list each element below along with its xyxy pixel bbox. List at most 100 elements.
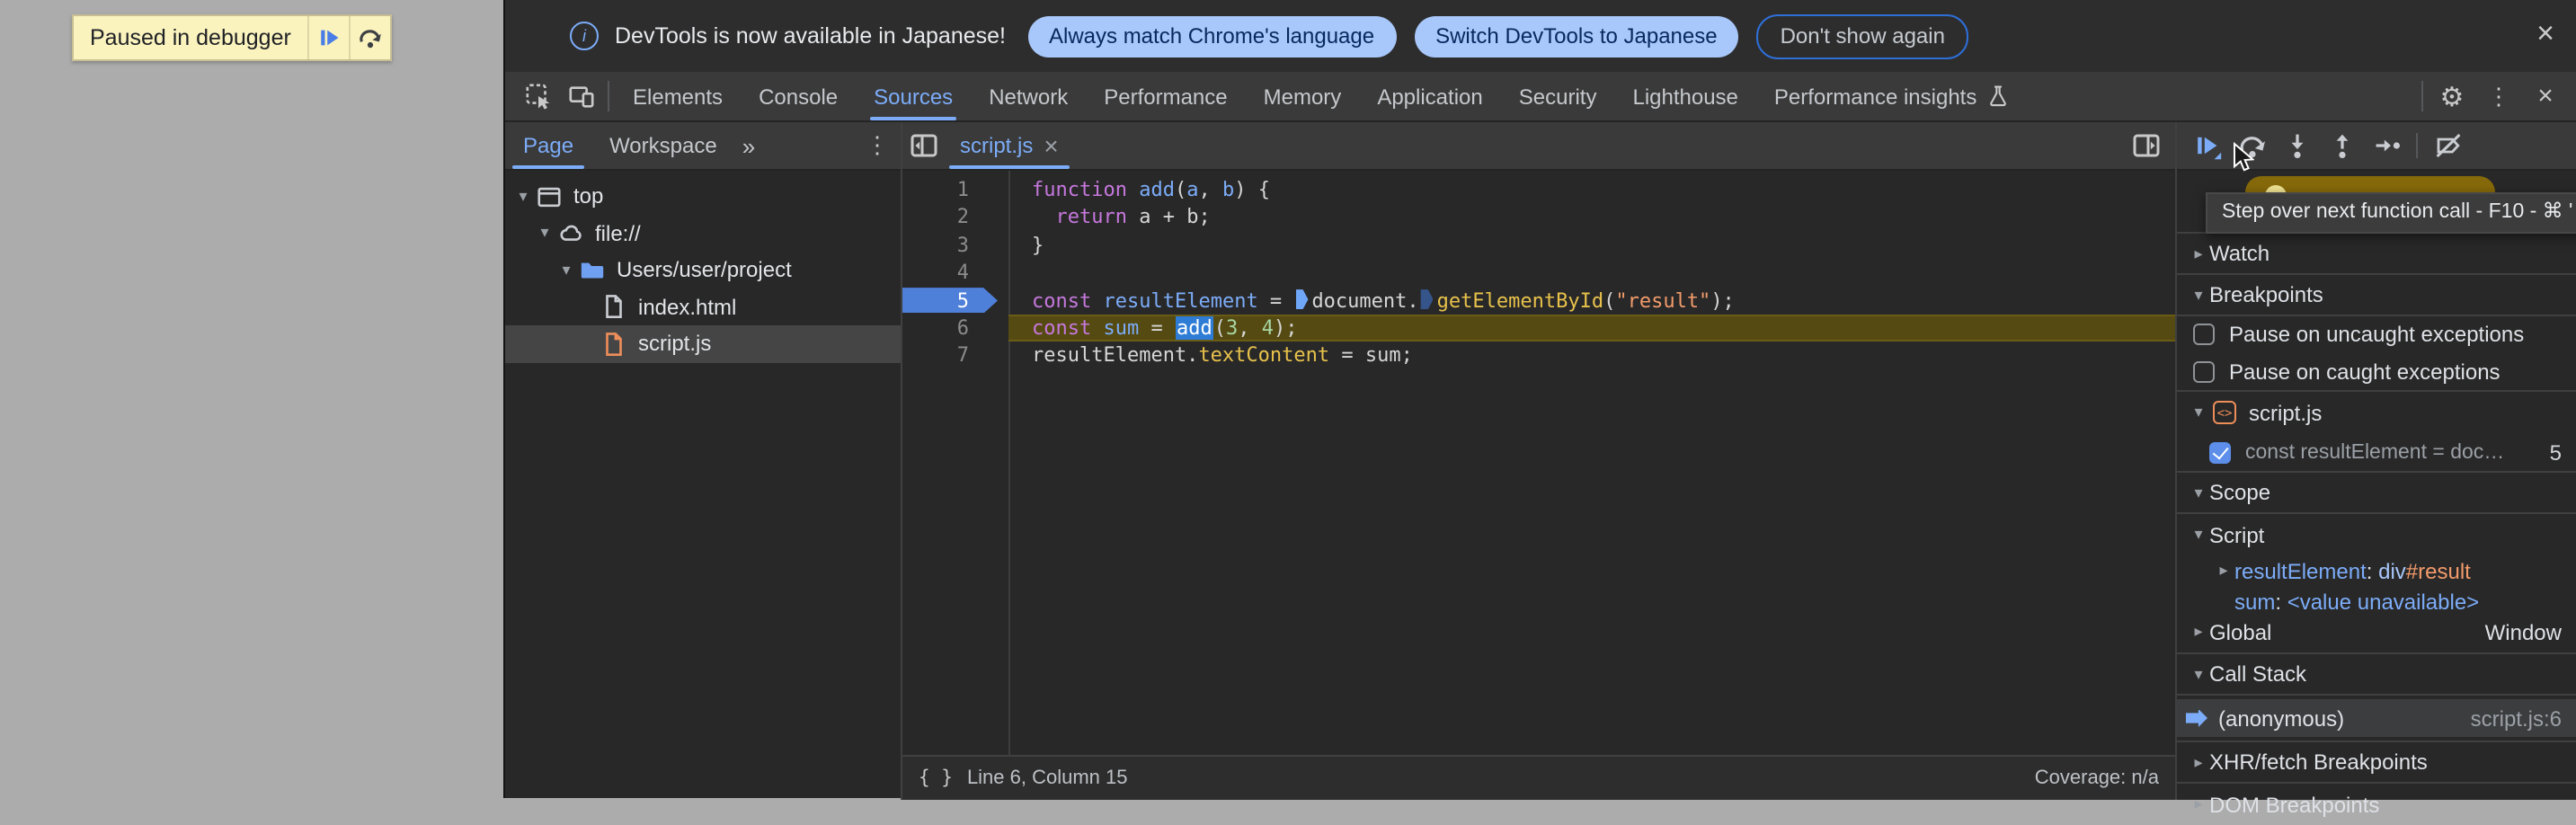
line-number[interactable]: 4	[957, 259, 1008, 287]
code-line-text[interactable]: }	[1008, 232, 2175, 260]
code-token: return	[1055, 205, 1128, 229]
tab-overflow-chevron[interactable]: »	[735, 122, 762, 169]
scope-script-group[interactable]: ▾ Script	[2177, 514, 2576, 555]
line-number[interactable]: 2	[957, 204, 1008, 232]
tab-performance[interactable]: Performance	[1086, 72, 1245, 120]
tab-memory[interactable]: Memory	[1246, 72, 1360, 120]
code-line-7: 7 resultElement.textContent = sum;	[902, 342, 2175, 370]
editor-statusbar: { } Line 6, Column 15 Coverage: n/a	[902, 755, 2175, 799]
code-token: ) {	[1234, 178, 1270, 201]
breakpoint-file-group[interactable]: ▾ <> script.js	[2177, 392, 2576, 433]
inspect-icon[interactable]	[516, 72, 559, 120]
hide-navigator-icon[interactable]	[902, 122, 946, 169]
paused-in-debugger-overlay: Paused in debugger	[72, 14, 392, 61]
line-gutter[interactable]: 7	[902, 342, 1008, 370]
xhr-breakpoints-section-header[interactable]: ▸ XHR/fetch Breakpoints	[2177, 741, 2576, 782]
notification-close-icon[interactable]: ×	[2536, 14, 2554, 54]
device-toolbar-icon[interactable]	[559, 72, 602, 120]
expand-arrow-icon[interactable]: ▾	[555, 261, 577, 280]
tab-console[interactable]: Console	[741, 72, 856, 120]
line-number[interactable]: 3	[957, 232, 1008, 260]
line-number[interactable]: 1	[957, 176, 1008, 204]
tab-performance-insights[interactable]: Performance insights	[1756, 72, 2027, 120]
tab-network[interactable]: Network	[971, 72, 1086, 120]
expand-arrow-icon: ▸	[2219, 561, 2228, 579]
expand-arrow-icon[interactable]: ▾	[512, 187, 534, 207]
devtools-close-icon[interactable]: ×	[2522, 72, 2569, 120]
step-out-icon[interactable]	[2319, 126, 2364, 165]
show-debugger-sidebar-icon[interactable]	[2125, 122, 2168, 169]
resume-icon[interactable]	[2184, 126, 2229, 165]
watch-section-header[interactable]: ▸ Watch	[2177, 232, 2576, 273]
settings-gear-icon[interactable]: ⚙	[2429, 72, 2475, 120]
variable-value-tag: div	[2378, 558, 2406, 583]
code-token: );	[1274, 315, 1298, 340]
code-line-text[interactable]: resultElement.textContent = sum;	[1008, 342, 2175, 370]
tree-item-top[interactable]: ▾ top	[505, 178, 901, 215]
pretty-print-icon[interactable]: { }	[919, 767, 953, 789]
tab-sources[interactable]: Sources	[856, 72, 971, 120]
pause-caught-checkbox[interactable]	[2193, 360, 2215, 382]
editor-tab-scriptjs[interactable]: script.js ×	[946, 122, 1073, 169]
scope-global-group[interactable]: ▸ Global Window	[2177, 617, 2576, 647]
pause-caught-exceptions-row[interactable]: Pause on caught exceptions	[2177, 352, 2576, 392]
step-over-icon	[360, 30, 381, 49]
inline-breakpoint-marker-active-icon[interactable]	[1295, 289, 1309, 310]
file-js-icon	[600, 331, 627, 358]
line-number[interactable]: 6	[957, 315, 1008, 342]
navigator-tab-workspace[interactable]: Workspace	[591, 122, 735, 169]
navigator-kebab-icon[interactable]: ⋮	[854, 122, 901, 169]
tab-elements[interactable]: Elements	[615, 72, 741, 120]
navigator-tab-page[interactable]: Page	[505, 122, 591, 169]
tree-item-index-html[interactable]: index.html	[505, 288, 901, 325]
scope-section-header[interactable]: ▾ Scope	[2177, 471, 2576, 514]
switch-devtools-to-japanese-button[interactable]: Switch DevTools to Japanese	[1414, 15, 1739, 57]
tab-lighthouse[interactable]: Lighthouse	[1614, 72, 1755, 120]
overlay-resume-button[interactable]	[306, 16, 349, 59]
call-stack-section-header[interactable]: ▾ Call Stack	[2177, 652, 2576, 696]
code-line-text[interactable]: const sum = add (3, 4);	[1008, 314, 2175, 342]
step-icon[interactable]	[2364, 126, 2409, 165]
tab-security[interactable]: Security	[1501, 72, 1615, 120]
tree-item-users-user-project[interactable]: ▾ Users/user/project	[505, 252, 901, 288]
code-token: = sum;	[1329, 343, 1413, 368]
step-into-icon[interactable]	[2274, 126, 2319, 165]
pause-uncaught-checkbox[interactable]	[2193, 324, 2215, 345]
code-line-text[interactable]: const resultElement = document. getElemen…	[1008, 287, 2175, 315]
line-gutter[interactable]: 6	[902, 315, 1008, 342]
breakpoint-entry[interactable]: const resultElement = doc… 5	[2177, 433, 2576, 471]
scope-variable-resultElement[interactable]: ▸ resultElement: div #result	[2177, 555, 2576, 586]
line-gutter[interactable]: 5	[902, 287, 1008, 315]
code-line-text[interactable]	[1008, 259, 2175, 287]
tree-item-script-js[interactable]: script.js	[505, 325, 901, 362]
line-gutter[interactable]: 2	[902, 204, 1008, 232]
line-gutter[interactable]: 1	[902, 176, 1008, 204]
line-number[interactable]: 7	[957, 342, 1008, 370]
editor-tab-label: script.js	[960, 133, 1034, 158]
line-number[interactable]: 5	[957, 287, 1008, 315]
frame-location: script.js:6	[2470, 705, 2562, 731]
code-editor[interactable]: 1 function add(a, b) {2 return a + b; 3} 4 5…	[902, 171, 2175, 755]
deactivate-breakpoints-icon[interactable]	[2425, 126, 2470, 165]
always-match-chrome-s-language-button[interactable]: Always match Chrome's language	[1027, 15, 1397, 57]
code-line-text[interactable]: function add(a, b) {	[1008, 176, 2175, 204]
tree-item-file[interactable]: ▾ file://	[505, 215, 901, 252]
line-gutter[interactable]: 4	[902, 259, 1008, 287]
don-t-show-again-button[interactable]: Don't show again	[1756, 13, 1968, 58]
line-gutter[interactable]: 3	[902, 232, 1008, 260]
overlay-step-over-button[interactable]	[348, 16, 390, 59]
tab-application[interactable]: Application	[1359, 72, 1500, 120]
expand-arrow-icon[interactable]: ▾	[534, 224, 555, 244]
call-stack-frame[interactable]: (anonymous) script.js:6	[2177, 699, 2576, 737]
pause-uncaught-exceptions-row[interactable]: Pause on uncaught exceptions	[2177, 316, 2576, 352]
code-token: (	[1174, 178, 1187, 201]
more-kebab-icon[interactable]: ⋮	[2475, 72, 2522, 120]
breakpoint-checkbox[interactable]	[2209, 441, 2231, 463]
inline-breakpoint-marker-icon[interactable]	[1420, 289, 1434, 310]
code-line-text[interactable]: return a + b;	[1008, 204, 2175, 232]
dom-breakpoints-section-header[interactable]: ▸ DOM Breakpoints	[2177, 782, 2576, 825]
file-tree: ▾ top ▾ file:// ▾ Users/user/project index.htm…	[505, 171, 901, 362]
scope-variable-sum[interactable]: sum: <value unavailable>	[2177, 586, 2576, 617]
breakpoints-section-header[interactable]: ▾ Breakpoints	[2177, 273, 2576, 316]
tab-close-icon[interactable]: ×	[1044, 131, 1058, 160]
